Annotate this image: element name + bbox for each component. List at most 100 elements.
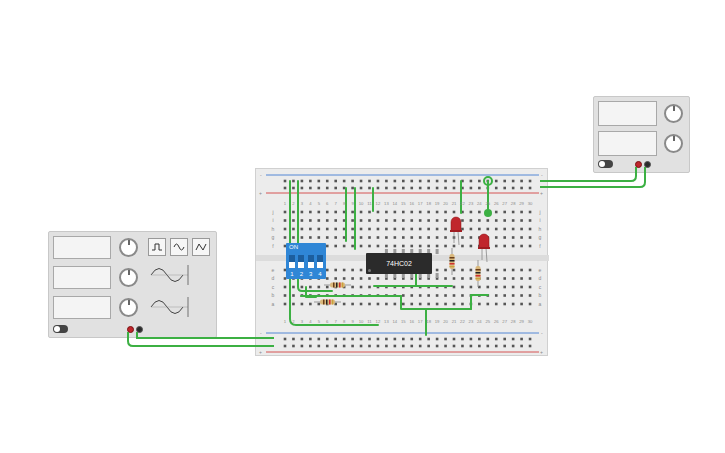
display — [53, 266, 111, 289]
svg-text:23: 23 — [469, 201, 474, 206]
wire[interactable] — [354, 188, 356, 249]
svg-text:30: 30 — [528, 319, 533, 324]
resistor[interactable] — [476, 260, 481, 287]
ic-chip[interactable]: 74HC02 — [366, 253, 432, 274]
wire[interactable] — [471, 295, 488, 309]
svg-text:11: 11 — [367, 319, 372, 324]
svg-text:27: 27 — [502, 319, 507, 324]
knob[interactable] — [664, 134, 683, 153]
svg-text:28: 28 — [511, 201, 516, 206]
svg-text:2: 2 — [292, 201, 295, 206]
svg-text:+: + — [259, 349, 262, 355]
svg-text:16: 16 — [409, 319, 414, 324]
svg-text:9: 9 — [351, 201, 354, 206]
svg-text:6: 6 — [326, 201, 329, 206]
svg-text:15: 15 — [401, 319, 406, 324]
svg-text:5: 5 — [318, 201, 321, 206]
svg-text:i: i — [272, 217, 273, 223]
negative-terminal[interactable] — [136, 326, 143, 333]
display — [53, 296, 111, 319]
square-button[interactable] — [148, 238, 166, 256]
dip-switch-toggle[interactable] — [317, 255, 323, 268]
svg-text:22: 22 — [460, 319, 465, 324]
svg-text:28: 28 — [511, 319, 516, 324]
knob[interactable] — [119, 298, 138, 317]
svg-text:13: 13 — [384, 319, 389, 324]
svg-text:21: 21 — [452, 201, 457, 206]
wire[interactable] — [401, 296, 471, 309]
svg-text:1: 1 — [284, 201, 287, 206]
svg-text:b: b — [272, 292, 275, 298]
lead-wire[interactable] — [540, 167, 636, 181]
wire[interactable] — [372, 188, 374, 211]
power-toggle[interactable] — [598, 160, 613, 168]
svg-text:4: 4 — [309, 319, 312, 324]
wire[interactable] — [301, 295, 401, 297]
display — [598, 131, 657, 156]
svg-text:e: e — [272, 267, 275, 273]
resistor[interactable] — [450, 248, 455, 275]
knob[interactable] — [119, 238, 138, 257]
led[interactable] — [450, 217, 462, 245]
hole-column — [351, 180, 354, 348]
lead-wire[interactable] — [128, 332, 274, 346]
svg-text:20: 20 — [443, 201, 448, 206]
waveform-preview-icon — [148, 262, 194, 288]
negative-terminal[interactable] — [644, 161, 651, 168]
resistor[interactable] — [324, 283, 351, 288]
resistor[interactable] — [314, 300, 341, 305]
breadboard: --++--++11223344556677889910101111121213… — [255, 168, 548, 356]
breadboard-labels: --++--++11223344556677889910101111121213… — [259, 172, 543, 355]
lead-wire[interactable] — [540, 167, 645, 187]
dip-switch-toggle[interactable] — [298, 255, 304, 268]
svg-text:29: 29 — [519, 201, 524, 206]
wire[interactable] — [345, 188, 347, 241]
svg-text:16: 16 — [409, 201, 414, 206]
svg-text:+: + — [540, 190, 543, 196]
lead-wire[interactable] — [137, 332, 274, 338]
svg-text:8: 8 — [343, 201, 346, 206]
svg-text:24: 24 — [477, 319, 482, 324]
led[interactable] — [478, 234, 490, 262]
wire[interactable] — [374, 285, 452, 287]
wire[interactable] — [415, 273, 417, 286]
svg-text:25: 25 — [485, 319, 490, 324]
svg-text:7: 7 — [335, 319, 338, 324]
svg-text:17: 17 — [418, 319, 423, 324]
svg-text:5: 5 — [318, 319, 321, 324]
knob[interactable] — [119, 268, 138, 287]
svg-text:24: 24 — [477, 201, 482, 206]
svg-text:14: 14 — [393, 319, 398, 324]
svg-text:-: - — [260, 330, 262, 336]
svg-text:11: 11 — [367, 201, 372, 206]
svg-text:j: j — [538, 209, 540, 215]
wire-endpoint-icon[interactable] — [484, 209, 492, 217]
knob[interactable] — [664, 104, 683, 123]
svg-text:25: 25 — [485, 201, 490, 206]
power-supply — [593, 96, 690, 173]
svg-text:d: d — [272, 275, 275, 281]
svg-text:+: + — [540, 349, 543, 355]
triangle-button[interactable] — [192, 238, 210, 256]
dip-switch-toggle[interactable] — [308, 255, 314, 268]
svg-text:26: 26 — [494, 201, 499, 206]
sine-button[interactable] — [170, 238, 188, 256]
dip-switch-number: 1 — [289, 271, 295, 278]
svg-text:23: 23 — [469, 319, 474, 324]
dip-switch-toggle[interactable] — [289, 255, 295, 268]
svg-text:-: - — [260, 172, 262, 178]
hole-column — [326, 180, 329, 348]
svg-text:3: 3 — [301, 319, 304, 324]
svg-text:-: - — [541, 172, 543, 178]
power-toggle[interactable] — [53, 325, 68, 333]
svg-text:12: 12 — [376, 201, 381, 206]
svg-text:19: 19 — [435, 201, 440, 206]
wire[interactable] — [460, 181, 462, 213]
dip-switch-number: 4 — [317, 271, 323, 278]
positive-terminal[interactable] — [635, 161, 642, 168]
dip-switch[interactable]: ON1234 — [286, 243, 326, 279]
positive-terminal[interactable] — [127, 326, 134, 333]
svg-text:e: e — [539, 267, 542, 273]
svg-text:29: 29 — [519, 319, 524, 324]
wire-endpoint-icon[interactable] — [484, 177, 492, 185]
